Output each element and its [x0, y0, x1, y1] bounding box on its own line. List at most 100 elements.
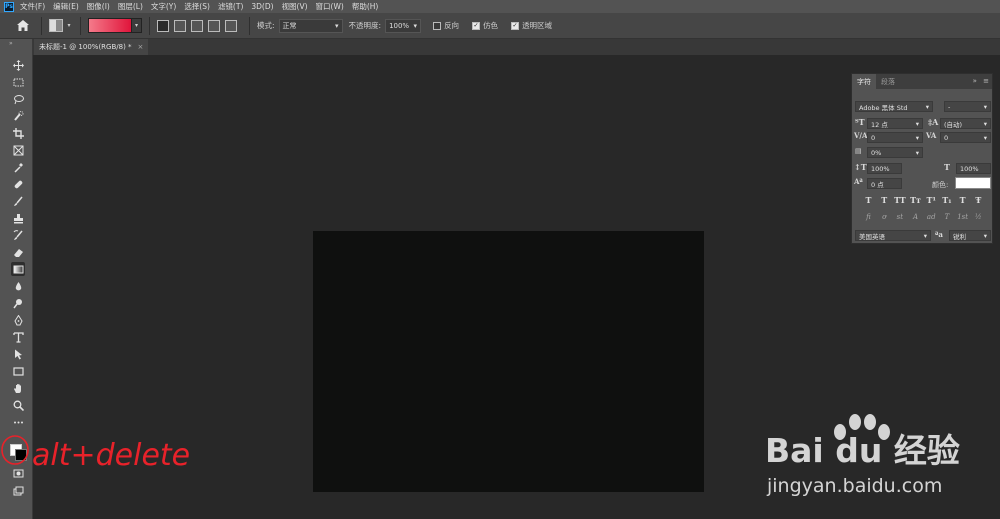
menu-bar: Ps 文件(F) 编辑(E) 图像(I) 图层(L) 文字(Y) 选择(S) 滤…: [0, 0, 1000, 13]
opentype-button-2[interactable]: st: [893, 213, 906, 225]
annotation-circle: [1, 435, 29, 465]
typo-button-4[interactable]: T¹: [925, 195, 938, 207]
opentype-button-3[interactable]: A: [909, 213, 922, 225]
opentype-button-0[interactable]: fi: [862, 213, 875, 225]
chevron-down-icon: ▾: [925, 102, 929, 111]
typo-button-7[interactable]: Ŧ: [972, 195, 985, 207]
transparency-checkbox[interactable]: ✓: [511, 21, 520, 30]
menu-3d[interactable]: 3D(D): [251, 2, 273, 11]
collapse-toolbar-icon[interactable]: »: [9, 40, 13, 47]
history-brush-tool[interactable]: [11, 228, 25, 242]
vertical-scale-input[interactable]: 100%: [867, 163, 902, 174]
collapse-panel-icon[interactable]: »: [973, 77, 977, 85]
dither-option[interactable]: ✓ 仿色: [472, 20, 502, 31]
transparency-option[interactable]: ✓ 透明区域: [511, 20, 556, 31]
document-tab[interactable]: 未标题-1 @ 100%(RGB/8) * ×: [34, 39, 149, 55]
gradient-dropdown-button[interactable]: ▾: [132, 18, 142, 33]
document-tab-title: 未标题-1 @ 100%(RGB/8) *: [39, 43, 132, 51]
baseline-shift-input[interactable]: 0 点: [867, 178, 902, 189]
menu-file[interactable]: 文件(F): [20, 1, 45, 12]
opentype-button-5[interactable]: T: [940, 213, 953, 225]
menu-filter[interactable]: 滤镜(T): [218, 1, 243, 12]
clone-stamp-tool[interactable]: [11, 211, 25, 225]
hand-tool[interactable]: [11, 381, 25, 395]
typo-button-0[interactable]: T: [862, 195, 875, 207]
eraser-tool[interactable]: [11, 245, 25, 259]
panel-controls[interactable]: » ≡: [973, 77, 989, 85]
typo-button-1[interactable]: T: [878, 195, 891, 207]
menu-view[interactable]: 视图(V): [282, 1, 308, 12]
radial-gradient-button[interactable]: [174, 19, 186, 32]
tab-character[interactable]: 字符: [852, 74, 876, 89]
gradient-preview[interactable]: [88, 18, 132, 33]
path-select-tool[interactable]: [11, 347, 25, 361]
leading-input[interactable]: (自动) ▾: [940, 118, 991, 129]
dodge-tool[interactable]: [11, 296, 25, 310]
language-select[interactable]: 美国英语 ▾: [855, 230, 931, 241]
dither-checkbox[interactable]: ✓: [472, 21, 481, 30]
menu-window[interactable]: 窗口(W): [316, 1, 344, 12]
reflected-gradient-button[interactable]: [208, 19, 220, 32]
quick-select-tool[interactable]: [11, 109, 25, 123]
frame-tool[interactable]: [11, 143, 25, 157]
marquee-tool[interactable]: [11, 75, 25, 89]
linear-gradient-button[interactable]: [157, 19, 169, 32]
reverse-checkbox[interactable]: [433, 21, 442, 30]
kerning-input[interactable]: 0 ▾: [867, 132, 923, 143]
chevron-down-icon: ▾: [335, 21, 339, 30]
menu-help[interactable]: 帮助(H): [352, 1, 379, 12]
tsume-input[interactable]: 0% ▾: [867, 147, 923, 158]
menu-select[interactable]: 选择(S): [184, 1, 210, 12]
menu-edit[interactable]: 编辑(E): [53, 1, 79, 12]
rectangle-tool[interactable]: [11, 364, 25, 378]
panel-menu-icon[interactable]: ≡: [983, 77, 989, 85]
home-button[interactable]: [12, 16, 34, 36]
type-tool[interactable]: [11, 330, 25, 344]
move-tool[interactable]: [11, 58, 25, 72]
blur-tool[interactable]: [11, 279, 25, 293]
photoshop-logo[interactable]: Ps: [4, 1, 14, 12]
opacity-input[interactable]: 100% ▾: [385, 18, 422, 33]
menu-image[interactable]: 图像(I): [87, 1, 110, 12]
crop-tool[interactable]: [11, 126, 25, 140]
font-size-input[interactable]: 12 点 ▾: [867, 118, 923, 129]
mode-value: 正常: [282, 21, 297, 30]
lasso-tool[interactable]: [11, 92, 25, 106]
antialias-select[interactable]: 锐利 ▾: [949, 230, 991, 241]
horizontal-scale-input[interactable]: 100%: [956, 163, 991, 174]
tracking-input[interactable]: 0 ▾: [940, 132, 991, 143]
typo-button-6[interactable]: T: [956, 195, 969, 207]
more-tools[interactable]: [11, 415, 25, 429]
angle-gradient-button[interactable]: [191, 19, 203, 32]
font-size-icon: ᵀT: [855, 117, 865, 127]
chevron-down-icon[interactable]: ▾: [65, 19, 73, 32]
text-color-swatch[interactable]: [955, 177, 991, 189]
eyedropper-tool[interactable]: [11, 160, 25, 174]
font-family-select[interactable]: Adobe 黑体 Std ▾: [855, 101, 933, 112]
opentype-button-1[interactable]: ơ: [878, 213, 891, 225]
zoom-icon: [13, 400, 24, 411]
typo-button-5[interactable]: T₁: [940, 195, 953, 207]
menu-type[interactable]: 文字(Y): [151, 1, 176, 12]
document-canvas[interactable]: [313, 231, 704, 492]
healing-brush-tool[interactable]: [11, 177, 25, 191]
pen-tool[interactable]: [11, 313, 25, 327]
opentype-button-6[interactable]: 1st: [956, 213, 969, 225]
typo-button-2[interactable]: TT: [893, 195, 906, 207]
mode-select[interactable]: 正常 ▾: [278, 18, 343, 33]
gradient-tool[interactable]: [11, 262, 25, 276]
diamond-gradient-button[interactable]: [225, 19, 237, 32]
tab-paragraph[interactable]: 段落: [876, 74, 900, 89]
font-style-select[interactable]: - ▾: [944, 101, 991, 112]
screen-mode-button[interactable]: [11, 484, 25, 498]
tool-preset-picker[interactable]: [49, 19, 63, 32]
frame-icon: [13, 145, 23, 155]
close-icon[interactable]: ×: [138, 43, 144, 51]
opentype-button-7[interactable]: ½: [972, 213, 985, 225]
zoom-tool[interactable]: [11, 398, 25, 412]
reverse-option[interactable]: 反向: [433, 20, 463, 31]
menu-layer[interactable]: 图层(L): [118, 1, 143, 12]
opentype-button-4[interactable]: ad: [925, 213, 938, 225]
brush-tool[interactable]: [11, 194, 25, 208]
typo-button-3[interactable]: Tт: [909, 195, 922, 207]
